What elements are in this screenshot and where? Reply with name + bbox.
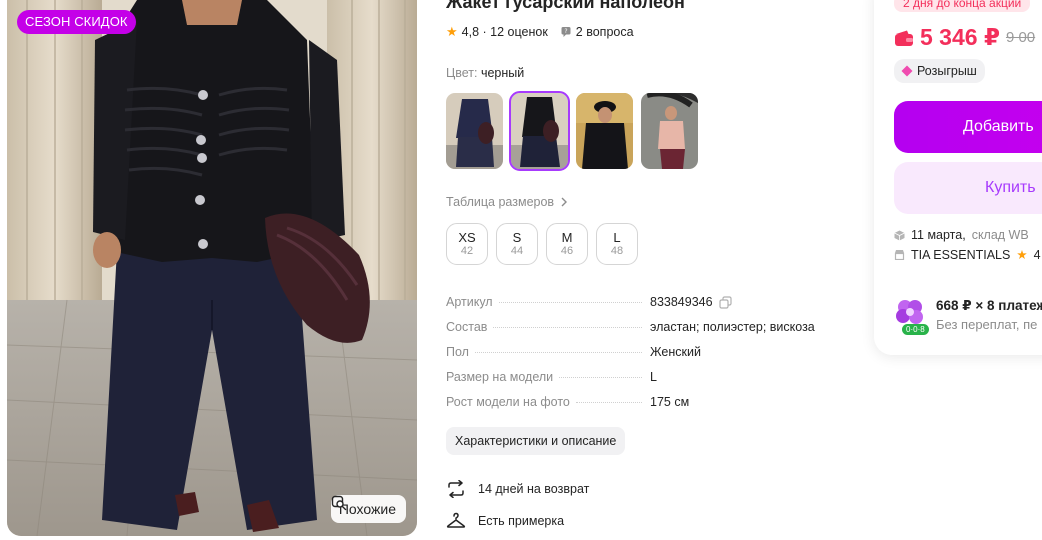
delivery-date: 11 марта, xyxy=(911,228,966,242)
size-label: L xyxy=(613,230,621,245)
size-label: XS xyxy=(458,230,476,245)
spec-row-model-height: Рост модели на фото 175 см xyxy=(446,395,846,420)
sale-badge: СЕЗОН СКИДОК xyxy=(17,10,136,34)
similar-label: Похожие xyxy=(338,501,396,517)
size-option-xs[interactable]: XS 42 xyxy=(446,223,488,265)
similar-button[interactable]: Похожие xyxy=(330,495,406,523)
thumb-pink-image xyxy=(641,93,698,169)
installment-subtitle: Без переплат, пе xyxy=(936,317,1038,332)
chevron-right-icon xyxy=(561,197,568,207)
spec-row-gender: Пол Женский xyxy=(446,345,846,370)
spec-value: эластан; полиэстер; вискоза xyxy=(650,320,815,334)
color-thumb-black-selected[interactable] xyxy=(509,91,570,171)
similar-search-icon xyxy=(331,495,347,511)
rating-star-icon: ★ xyxy=(446,24,458,39)
spec-value: 833849346 xyxy=(650,295,713,309)
seller-rating: 4 xyxy=(1033,247,1041,262)
spec-key: Состав xyxy=(446,320,488,334)
installment-title: 668 ₽ × 8 платеж xyxy=(936,298,1042,313)
rating-value[interactable]: 4,8 xyxy=(462,25,479,39)
product-title: Жакет гусарский наполеон xyxy=(446,0,685,12)
add-to-cart-button[interactable]: Добавить xyxy=(894,101,1042,153)
svg-text:?: ? xyxy=(564,28,567,35)
return-text: 14 дней на возврат xyxy=(478,482,590,496)
characteristics-button[interactable]: Характеристики и описание xyxy=(446,427,626,455)
delivery-info: 11 марта, склад WB xyxy=(894,228,1029,242)
color-selector-label: Цвет: черный xyxy=(446,66,524,80)
size-selector: XS 42 S 44 M 46 L 48 xyxy=(446,223,638,265)
question-bubble-icon: ? xyxy=(561,27,571,37)
spec-value: Женский xyxy=(650,345,701,359)
color-label: Цвет: xyxy=(446,66,478,80)
buy-now-button[interactable]: Купить xyxy=(894,162,1042,214)
thumb-black-beret-image xyxy=(576,93,633,169)
installment-offer[interactable]: 0·0·8 668 ₽ × 8 платеж Без переплат, пе xyxy=(894,298,1042,338)
spec-list: Артикул 833849346 Состав эластан; полиэс… xyxy=(446,295,846,420)
size-ru: 46 xyxy=(560,245,574,257)
color-thumb-navy[interactable] xyxy=(446,93,503,169)
spec-row-article: Артикул 833849346 xyxy=(446,295,846,320)
fitting-info: Есть примерка xyxy=(446,512,564,530)
warehouse-label: склад WB xyxy=(971,228,1029,242)
spec-row-model-size: Размер на модели L xyxy=(446,370,846,395)
thumb-black-image xyxy=(511,93,568,169)
color-thumbnails xyxy=(446,91,698,171)
size-option-l[interactable]: L 48 xyxy=(596,223,638,265)
product-main-photo[interactable]: СЕЗОН СКИДОК Похожие xyxy=(7,0,417,536)
return-policy: 14 дней на возврат xyxy=(446,480,589,498)
spec-row-composition: Состав эластан; полиэстер; вискоза xyxy=(446,320,846,345)
return-arrows-icon xyxy=(448,480,464,498)
buy-card: 2 дня до конца акции 5 346 ₽ 9 00 Розыгр… xyxy=(874,0,1042,355)
fitting-text: Есть примерка xyxy=(478,514,565,528)
size-table-link[interactable]: Таблица размеров xyxy=(446,195,568,209)
product-meta: ★ 4,8 · 12 оценок ? 2 вопроса xyxy=(446,24,634,40)
reviews-count[interactable]: · 12 оценок xyxy=(483,25,548,39)
size-option-m[interactable]: M 46 xyxy=(546,223,588,265)
price-row: 5 346 ₽ 9 00 xyxy=(894,24,1035,51)
installment-logo: 0·0·8 xyxy=(894,298,929,338)
product-photo-image xyxy=(7,0,417,536)
hanger-icon xyxy=(446,512,466,528)
old-price: 9 00 xyxy=(1005,29,1036,46)
size-table-label: Таблица размеров xyxy=(446,195,555,209)
spec-value: 175 см xyxy=(650,395,690,409)
color-value: черный xyxy=(480,66,525,80)
diamond-icon xyxy=(901,65,913,77)
shop-icon xyxy=(894,250,905,260)
current-price: 5 346 ₽ xyxy=(920,24,1000,50)
questions-count: 2 вопроса xyxy=(575,25,634,39)
size-label: M xyxy=(561,230,573,245)
copy-icon[interactable] xyxy=(718,295,732,309)
box-icon xyxy=(894,230,905,240)
spec-key: Размер на модели xyxy=(446,370,554,384)
size-ru: 44 xyxy=(510,245,524,257)
color-thumb-black-beret[interactable] xyxy=(576,93,633,169)
questions-link[interactable]: ? 2 вопроса xyxy=(560,25,634,39)
size-ru: 42 xyxy=(460,245,474,257)
spec-value: L xyxy=(650,370,657,384)
wallet-icon xyxy=(895,30,913,46)
seller-info[interactable]: TIA ESSENTIALS ★ 4 xyxy=(894,247,1041,262)
installment-text: 668 ₽ × 8 платеж Без переплат, пе xyxy=(936,298,1042,338)
spec-key: Артикул xyxy=(446,295,493,309)
seller-name: TIA ESSENTIALS xyxy=(911,247,1011,262)
product-page: СЕЗОН СКИДОК Похожие Жакет гусарский нап… xyxy=(0,0,1042,540)
seller-star-icon: ★ xyxy=(1016,248,1028,262)
color-thumb-pink[interactable] xyxy=(641,93,698,169)
size-label: S xyxy=(512,230,522,245)
draw-label: Розыгрыш xyxy=(917,64,977,78)
draw-badge[interactable]: Розыгрыш xyxy=(894,59,985,83)
size-ru: 48 xyxy=(610,245,624,257)
thumb-navy-image xyxy=(446,93,503,169)
spec-key: Пол xyxy=(446,345,469,359)
spec-key: Рост модели на фото xyxy=(446,395,570,409)
installment-badge: 0·0·8 xyxy=(902,324,929,335)
size-option-s[interactable]: S 44 xyxy=(496,223,538,265)
promo-deadline-badge: 2 дня до конца акции xyxy=(894,0,1031,12)
